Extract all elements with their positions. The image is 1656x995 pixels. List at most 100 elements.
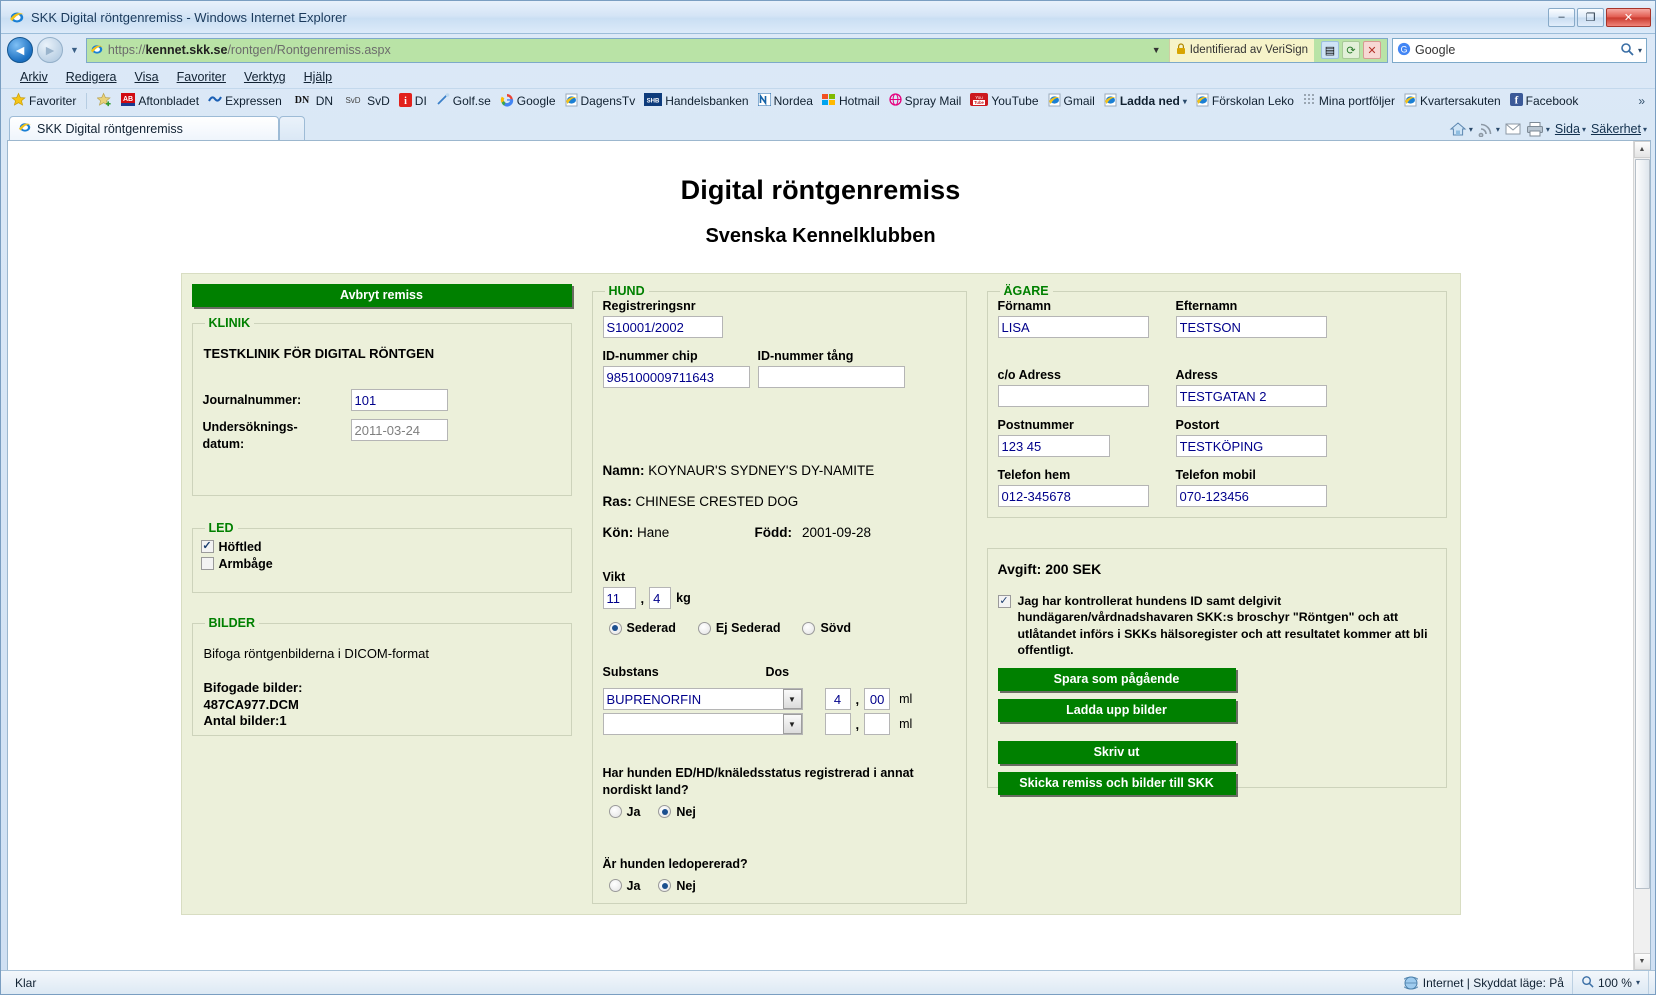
favorite-spraymail[interactable]: Spray Mail: [885, 92, 966, 110]
favorite-kvartersakuten[interactable]: Kvartersakuten: [1400, 92, 1505, 111]
surgery-nej-radio[interactable]: Nej: [658, 879, 696, 893]
menu-item-verktyg[interactable]: Verktyg: [235, 68, 295, 86]
chevron-down-icon[interactable]: ▾: [1582, 125, 1586, 134]
favorite-gmail[interactable]: Gmail: [1044, 92, 1099, 111]
feeds-button[interactable]: ▾: [1478, 121, 1500, 137]
favorite-forskolanleko[interactable]: Förskolan Leko: [1192, 92, 1298, 111]
favorite-laddaned[interactable]: Ladda ned ▾: [1100, 92, 1191, 111]
favorite-di[interactable]: i DI: [395, 92, 431, 111]
skriv-ut-button[interactable]: Skriv ut: [997, 741, 1236, 765]
nordic-nej-radio[interactable]: Nej: [658, 805, 696, 819]
cancel-remiss-button[interactable]: Avbryt remiss: [191, 284, 572, 307]
telefon-mobil-input[interactable]: [1175, 485, 1327, 507]
history-dropdown-icon[interactable]: ▼: [67, 45, 82, 55]
scroll-up-button[interactable]: ▲: [1633, 141, 1650, 158]
favorite-hotmail[interactable]: Hotmail: [818, 92, 884, 110]
chevron-down-icon[interactable]: ▾: [1643, 125, 1647, 134]
page-menu-button[interactable]: Sida ▾: [1555, 122, 1586, 136]
menu-item-hjalp[interactable]: Hjälp: [295, 68, 342, 86]
favorites-overflow-icon[interactable]: »: [1638, 94, 1649, 108]
undersokningsdatum-input[interactable]: [350, 419, 448, 441]
skicka-remiss-button[interactable]: Skicka remiss och bilder till SKK: [997, 772, 1236, 796]
favorite-dagenstv[interactable]: DagensTv: [561, 92, 640, 111]
favorite-nordea[interactable]: Nordea: [754, 92, 817, 110]
vikt-hg-input[interactable]: [649, 587, 672, 609]
chevron-down-icon[interactable]: ▾: [1636, 978, 1640, 987]
back-button[interactable]: ◄: [7, 37, 33, 63]
stop-icon[interactable]: ✕: [1363, 41, 1381, 59]
security-zone[interactable]: Internet | Skyddat läge: På: [1396, 971, 1573, 994]
favorite-expressen[interactable]: Expressen: [204, 92, 286, 110]
chevron-down-icon[interactable]: ▾: [1183, 97, 1187, 106]
favorite-svd[interactable]: SvD SvD: [338, 92, 394, 110]
hoftled-checkbox[interactable]: Höftled: [200, 540, 262, 554]
menu-item-arkiv[interactable]: Arkiv: [11, 68, 57, 86]
favorites-button[interactable]: Favoriter: [7, 91, 80, 111]
search-icon[interactable]: [1620, 42, 1634, 59]
registreringsnr-input[interactable]: [602, 316, 723, 338]
substans-select-2[interactable]: [602, 713, 803, 735]
chevron-down-icon[interactable]: ▾: [1496, 125, 1500, 134]
security-identity-badge[interactable]: Identifierad av VeriSign: [1168, 38, 1314, 62]
zoom-control[interactable]: 100 % ▾: [1573, 971, 1649, 994]
dos-2-dec-input[interactable]: [864, 713, 891, 735]
ladda-upp-bilder-button[interactable]: Ladda upp bilder: [997, 699, 1236, 723]
chevron-down-icon[interactable]: ▾: [1546, 125, 1550, 134]
maximize-button[interactable]: ❐: [1577, 7, 1604, 27]
search-dropdown-icon[interactable]: ▾: [1638, 46, 1642, 55]
consent-checkbox[interactable]: [997, 595, 1011, 608]
home-button[interactable]: ▾: [1449, 121, 1473, 137]
sovd-radio[interactable]: Sövd: [802, 621, 851, 635]
favorite-dn[interactable]: DN DN: [287, 92, 337, 110]
vikt-kg-input[interactable]: [602, 587, 636, 609]
journalnummer-input[interactable]: [350, 389, 448, 411]
read-mail-button[interactable]: [1505, 122, 1521, 136]
efternamn-input[interactable]: [1175, 316, 1327, 338]
close-button[interactable]: ✕: [1606, 7, 1651, 27]
favorite-golf[interactable]: Golf.se: [432, 92, 495, 110]
scrollbar-thumb[interactable]: [1634, 159, 1650, 889]
substans-select-1[interactable]: BUPRENORFIN: [602, 688, 803, 710]
surgery-ja-radio[interactable]: Ja: [608, 879, 640, 893]
armbage-checkbox[interactable]: Armbåge: [200, 557, 273, 571]
favorite-facebook[interactable]: f Facebook: [1506, 92, 1583, 110]
vertical-scrollbar[interactable]: ▲ ▼: [1633, 141, 1650, 970]
forward-button[interactable]: ►: [37, 37, 63, 63]
nordic-ja-radio[interactable]: Ja: [608, 805, 640, 819]
search-box[interactable]: G Google ▾: [1392, 37, 1647, 63]
dos-2-int-input[interactable]: [824, 713, 851, 735]
menu-item-redigera[interactable]: Redigera: [57, 68, 126, 86]
postort-input[interactable]: [1175, 435, 1327, 457]
id-chip-input[interactable]: [602, 366, 750, 388]
address-dropdown-icon[interactable]: ▼: [1148, 45, 1165, 55]
favorite-google[interactable]: Google: [496, 92, 560, 111]
favorite-handelsbanken[interactable]: SHB Handelsbanken: [640, 92, 752, 110]
menu-item-visa[interactable]: Visa: [126, 68, 168, 86]
address-bar[interactable]: https://kennet.skk.se/rontgen/Rontgenrem…: [85, 37, 1388, 63]
tab-skk-digital-rontgenremiss[interactable]: SKK Digital röntgenremiss: [9, 116, 279, 140]
dos-1-dec-input[interactable]: [864, 688, 891, 710]
print-button[interactable]: ▾: [1526, 121, 1550, 137]
favorite-aftonbladet[interactable]: AB Aftonbladet: [117, 92, 203, 110]
menu-item-favoriter[interactable]: Favoriter: [168, 68, 235, 86]
dos-1-int-input[interactable]: [824, 688, 851, 710]
scroll-down-button[interactable]: ▼: [1633, 953, 1650, 970]
safety-menu-button[interactable]: Säkerhet ▾: [1591, 122, 1647, 136]
refresh-icon[interactable]: ⟳: [1342, 41, 1360, 59]
new-tab-button[interactable]: [279, 116, 305, 140]
id-tang-input[interactable]: [757, 366, 905, 388]
compatibility-view-icon[interactable]: ▤: [1321, 41, 1339, 59]
chevron-down-icon[interactable]: ▾: [1469, 125, 1473, 134]
postnummer-input[interactable]: [997, 435, 1110, 457]
minimize-button[interactable]: –: [1548, 7, 1575, 27]
telefon-hem-input[interactable]: [997, 485, 1149, 507]
favorite-youtube[interactable]: You Tube YouTube: [966, 92, 1042, 110]
ej-sederad-radio[interactable]: Ej Sederad: [697, 621, 780, 635]
favorites-add-button[interactable]: [93, 91, 116, 111]
favorite-minaportfoljer[interactable]: Mina portföljer: [1299, 92, 1399, 110]
fornamn-input[interactable]: [997, 316, 1149, 338]
adress-input[interactable]: [1175, 385, 1327, 407]
co-adress-input[interactable]: [997, 385, 1149, 407]
sederad-radio[interactable]: Sederad: [608, 621, 676, 635]
spara-som-pagaende-button[interactable]: Spara som pågående: [997, 668, 1236, 692]
